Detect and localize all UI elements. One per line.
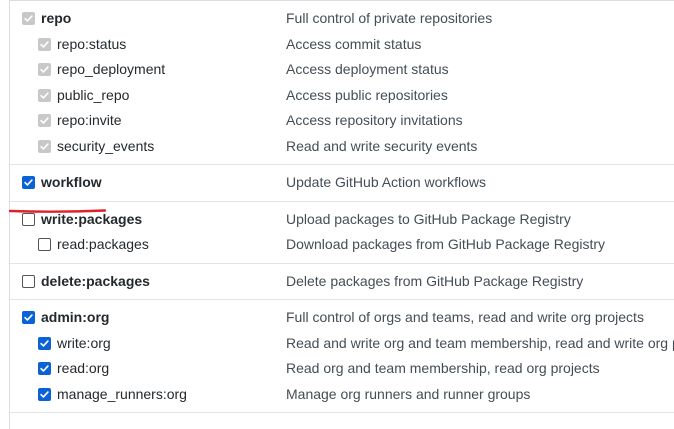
- scope-checkbox[interactable]: [22, 176, 35, 190]
- scope-checkbox: [38, 88, 51, 102]
- scope-name: repo: [41, 10, 72, 26]
- scope-label[interactable]: security_events: [38, 134, 154, 160]
- scope-label[interactable]: admin:org: [22, 305, 109, 331]
- scope-label[interactable]: repo_deployment: [38, 57, 165, 83]
- scope-row: repo_deployment Access deployment status: [10, 57, 674, 83]
- scope-name: read:org: [57, 360, 110, 376]
- scope-description: Access repository invitations: [286, 112, 463, 128]
- scope-name: public_repo: [57, 86, 130, 103]
- scope-name: delete:packages: [41, 272, 150, 289]
- scope-label[interactable]: delete:packages: [22, 269, 150, 295]
- scope-description: Download packages from GitHub Package Re…: [286, 236, 606, 252]
- scope-checkbox[interactable]: [38, 387, 51, 401]
- scope-row: admin:org Full control of orgs and teams,…: [10, 305, 674, 331]
- scope-group: delete:packages Delete packages from GitH…: [10, 264, 674, 300]
- scope-row: public_repo Access public repositories: [10, 83, 674, 109]
- scope-description: Read and write security events: [286, 137, 478, 154]
- scope-description: Access deployment status: [286, 61, 449, 77]
- scope-description: Full control of orgs and teams, read and…: [286, 309, 644, 325]
- scope-row: read:packages Download packages from GitH…: [10, 232, 674, 258]
- scope-name: security_events: [57, 137, 155, 154]
- scope-row: repo:invite Access repository invitations: [10, 108, 674, 134]
- scope-row: delete:packages Delete packages from GitH…: [10, 269, 674, 295]
- scope-label[interactable]: repo:invite: [38, 108, 122, 134]
- scope-group: admin:org Full control of orgs and teams,…: [10, 300, 674, 413]
- scope-name: read:packages: [57, 236, 149, 252]
- scope-checkbox: [22, 12, 35, 26]
- scope-label[interactable]: write:org: [38, 331, 111, 357]
- scope-name: workflow: [41, 174, 102, 190]
- scope-description: Access public repositories: [286, 86, 448, 103]
- scope-checkbox[interactable]: [22, 274, 35, 288]
- scope-label[interactable]: repo:status: [38, 32, 126, 58]
- scope-checkbox[interactable]: [38, 336, 51, 350]
- scope-group: write:packages Upload packages to GitHub …: [10, 202, 674, 264]
- scope-name: repo_deployment: [57, 61, 166, 77]
- scope-row: workflow Update GitHub Action workflows: [10, 170, 674, 196]
- scope-row: repo:status Access commit status: [10, 32, 674, 58]
- scopes-panel: repo Full control of private repositories…: [9, 0, 674, 429]
- scope-description: Full control of private repositories: [286, 10, 493, 26]
- scope-name: write:org: [57, 334, 111, 351]
- scope-row: security_events Read and write security e…: [10, 134, 674, 160]
- scope-label[interactable]: manage_runners:org: [38, 382, 187, 408]
- scope-label[interactable]: repo: [22, 6, 71, 32]
- scope-group: repo Full control of private repositories…: [10, 1, 674, 165]
- scope-label[interactable]: read:packages: [38, 232, 149, 258]
- scope-description: Upload packages to GitHub Package Regist…: [286, 210, 571, 227]
- scope-checkbox[interactable]: [38, 238, 51, 252]
- scope-group: workflow Update GitHub Action workflows: [10, 165, 674, 202]
- scope-name: manage_runners:org: [57, 385, 187, 402]
- scope-row: repo Full control of private repositories: [10, 6, 674, 32]
- scope-row: write:org Read and write org and team mem…: [10, 331, 674, 357]
- scope-description: Read org and team membership, read org p…: [286, 360, 600, 376]
- scope-checkbox[interactable]: [22, 311, 35, 325]
- scope-label[interactable]: write:packages: [22, 207, 142, 233]
- scope-checkbox[interactable]: [38, 362, 51, 376]
- scope-name: admin:org: [41, 309, 110, 325]
- scope-description: Update GitHub Action workflows: [286, 174, 486, 190]
- scope-label[interactable]: read:org: [38, 356, 109, 382]
- scope-checkbox: [38, 37, 51, 51]
- scope-description: Read and write org and team membership, …: [286, 334, 674, 351]
- scope-checkbox: [38, 139, 51, 153]
- scope-description: Delete packages from GitHub Package Regi…: [286, 272, 584, 289]
- scope-row: write:packages Upload packages to GitHub …: [10, 207, 674, 233]
- scope-row: read:org Read org and team membership, re…: [10, 356, 674, 382]
- scope-description: Access commit status: [286, 35, 422, 52]
- scope-checkbox[interactable]: [22, 212, 35, 226]
- scope-label[interactable]: workflow: [22, 170, 102, 196]
- scope-checkbox: [38, 63, 51, 77]
- scope-name: repo:status: [57, 35, 127, 52]
- scope-row: manage_runners:org Manage org runners and…: [10, 382, 674, 408]
- scope-label[interactable]: public_repo: [38, 83, 129, 109]
- scope-name: repo:invite: [57, 112, 122, 128]
- scope-description: Manage org runners and runner groups: [286, 385, 531, 402]
- scope-checkbox: [38, 114, 51, 128]
- scope-name: write:packages: [41, 210, 143, 227]
